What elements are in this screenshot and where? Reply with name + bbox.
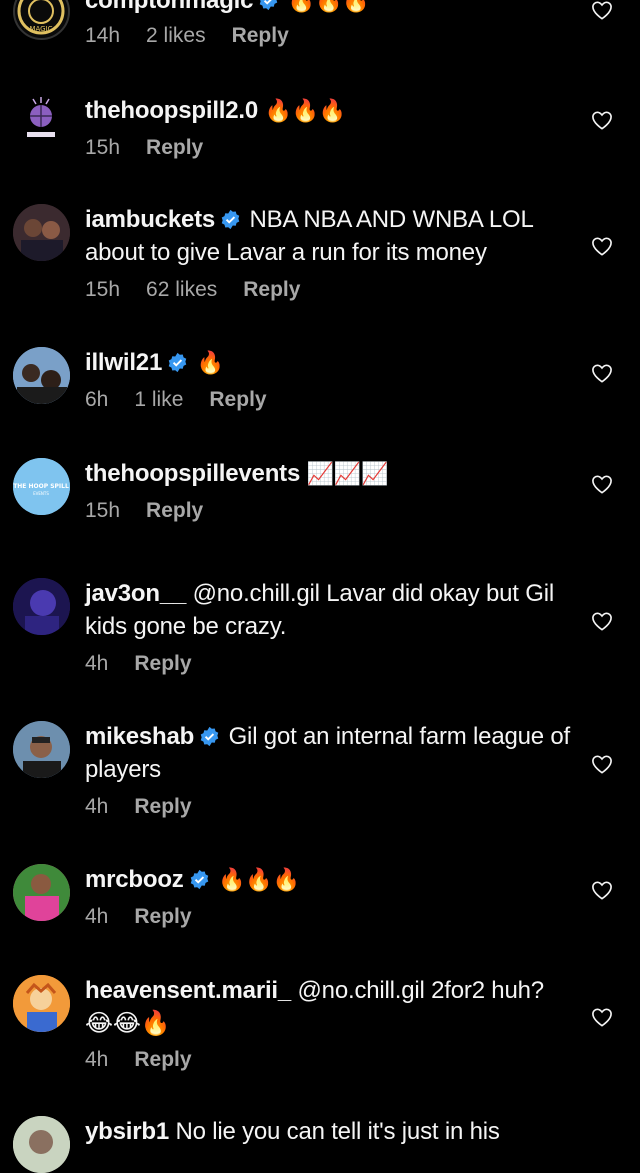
username[interactable]: mikeshab	[85, 723, 194, 750]
comment-time: 15h	[85, 278, 121, 301]
username[interactable]: comptonmagic	[85, 0, 253, 14]
comment-text: No lie you can tell it's just in his	[175, 1118, 500, 1145]
avatar[interactable]: THE HOOP SPILL EVENTS	[13, 458, 70, 515]
username[interactable]: thehoopspill2.0	[85, 97, 258, 124]
comment-time: 15h	[85, 499, 121, 522]
like-count[interactable]: 2 likes	[146, 24, 206, 47]
username[interactable]: mrcbooz	[85, 866, 184, 893]
verified-badge-icon	[168, 352, 187, 373]
heart-icon[interactable]	[591, 236, 613, 256]
comment-text: 🔥🔥🔥	[287, 0, 370, 14]
reply-button[interactable]: Reply	[232, 24, 289, 47]
comment-time: 4h	[85, 905, 109, 928]
avatar[interactable]	[13, 204, 70, 261]
heart-icon[interactable]	[591, 611, 613, 631]
username[interactable]: ybsirb1	[85, 1118, 169, 1145]
comment-time: 6h	[85, 388, 109, 411]
cartoon-avatar	[13, 975, 70, 1032]
crest-icon: MAGIC	[17, 0, 65, 35]
comment-text: 🔥🔥🔥	[264, 99, 347, 124]
comment-time: 4h	[85, 795, 109, 818]
heart-icon[interactable]	[591, 1007, 613, 1027]
brand-logo: THE HOOP SPILLEVENTS	[13, 458, 70, 515]
basketball-logo-icon	[27, 97, 55, 137]
avatar[interactable]: MAGIC	[13, 0, 70, 40]
svg-text:EVENTS: EVENTS	[33, 491, 49, 496]
comment-text: 🔥🔥🔥	[218, 868, 300, 893]
svg-text:MAGIC: MAGIC	[29, 25, 52, 33]
heart-icon[interactable]	[591, 474, 613, 494]
comment-text: 📈📈📈	[306, 462, 389, 487]
reply-button[interactable]: Reply	[243, 278, 300, 301]
avatar[interactable]	[13, 864, 70, 921]
profile-photo	[13, 578, 70, 635]
comment-time: 4h	[85, 1048, 109, 1071]
profile-photo	[13, 864, 70, 921]
reply-button[interactable]: Reply	[134, 1048, 191, 1071]
username[interactable]: thehoopspillevents	[85, 460, 300, 487]
avatar[interactable]	[13, 578, 70, 635]
verified-badge-icon	[200, 726, 219, 747]
comment-time: 14h	[85, 24, 121, 47]
avatar[interactable]	[13, 347, 70, 404]
reply-button[interactable]: Reply	[146, 499, 203, 522]
verified-badge-icon	[221, 209, 240, 230]
profile-photo	[13, 204, 70, 261]
heart-icon[interactable]	[591, 0, 613, 20]
avatar[interactable]	[13, 721, 70, 778]
verified-badge-icon	[190, 869, 208, 890]
comment-time: 15h	[85, 136, 121, 159]
profile-photo	[13, 1116, 70, 1173]
verified-badge-icon	[260, 0, 278, 11]
comment-time: 4h	[85, 652, 109, 675]
comment-text: 🔥	[196, 351, 224, 376]
avatar[interactable]	[13, 93, 70, 150]
profile-photo	[13, 721, 70, 778]
avatar[interactable]	[13, 975, 70, 1032]
heart-icon[interactable]	[591, 754, 613, 774]
avatar[interactable]	[13, 1116, 70, 1173]
username[interactable]: heavensent.marii_	[85, 977, 291, 1004]
heart-icon[interactable]	[591, 110, 613, 130]
reply-button[interactable]: Reply	[134, 652, 191, 675]
reply-button[interactable]: Reply	[134, 795, 191, 818]
like-count[interactable]: 62 likes	[146, 278, 217, 301]
username[interactable]: jav3on__	[85, 580, 186, 607]
reply-button[interactable]: Reply	[134, 905, 191, 928]
username[interactable]: iambuckets	[85, 206, 215, 233]
like-count[interactable]: 1 like	[134, 388, 183, 411]
svg-text:THE HOOP SPILL: THE HOOP SPILL	[13, 483, 69, 490]
reply-button[interactable]: Reply	[146, 136, 203, 159]
reply-button[interactable]: Reply	[209, 388, 266, 411]
profile-photo	[13, 347, 70, 404]
heart-icon[interactable]	[591, 363, 613, 383]
heart-icon[interactable]	[591, 880, 613, 900]
username[interactable]: illwil21	[85, 349, 162, 376]
